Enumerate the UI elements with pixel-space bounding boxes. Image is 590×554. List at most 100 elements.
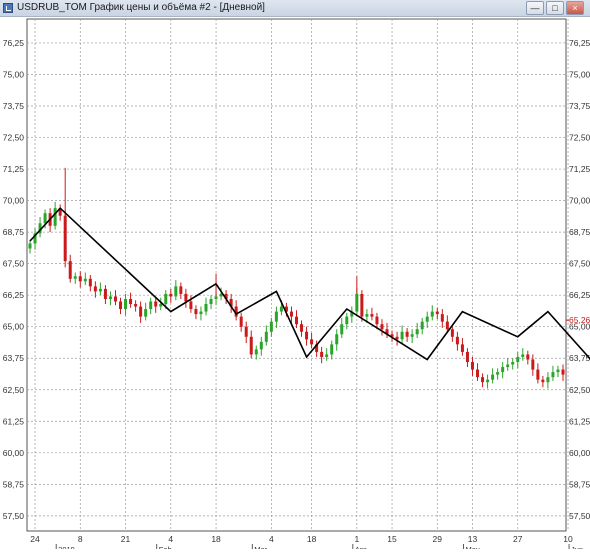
candle-body [189,301,193,310]
candle-body [68,261,72,279]
x-tick-label: 27 [513,534,523,544]
candle-body [259,341,263,350]
y-tick-label-left: 68,75 [3,227,25,237]
candle-body [516,356,520,363]
candle-body [264,331,268,342]
x-tick-label: 4 [269,534,274,544]
x-tick-label: 4 [168,534,173,544]
close-button[interactable]: × [566,1,584,15]
title-bar[interactable]: USDRUB_TOM График цены и объёма #2 - [Дн… [0,0,590,17]
candle-body [536,369,540,380]
x-tick-label: 13 [468,534,478,544]
y-tick-label-left: 73,75 [3,101,25,111]
month-label: May [465,545,479,549]
y-tick-label-left: 71,25 [3,164,25,174]
price-chart[interactable]: 76,25 76,25 75,00 75,00 73,75 73,75 72,50 72,50… [0,17,590,554]
y-tick-label-right: 70,00 [569,196,590,206]
y-tick-label-right: 62,50 [569,385,590,395]
x-tick-label: 1 [354,534,359,544]
y-tick-label-left: 75,00 [3,69,25,79]
maximize-button[interactable]: □ [546,1,564,15]
chart-app-icon [3,3,13,13]
y-tick-label-left: 72,50 [3,133,25,143]
candle-body [340,324,344,335]
candle-body [470,362,474,370]
x-tick-label: 21 [121,534,131,544]
y-tick-label-right: 75,00 [569,69,590,79]
candle-body [420,321,424,330]
candle-body [279,306,283,312]
candle-body [355,293,359,312]
candle-body [511,362,515,365]
candle-body [450,329,454,337]
price-chart-svg[interactable]: 76,25 76,25 75,00 75,00 73,75 73,75 72,50 72,50… [0,17,590,554]
y-tick-label-right: 57,50 [569,511,590,521]
month-label: Mar [254,545,267,549]
candle-body [199,311,203,315]
y-tick-label-left: 60,00 [3,448,25,458]
candle-body [360,293,364,317]
candle-body [249,336,253,355]
y-tick-label-left: 66,25 [3,290,25,300]
month-label: Feb [159,545,172,549]
candle-body [43,213,47,224]
x-tick-label: 10 [563,534,573,544]
candle-body [415,329,419,335]
candle-body [274,311,278,322]
candle-body [365,314,369,317]
candle-body [113,296,117,302]
candle-body [300,324,304,332]
y-tick-label-left: 61,25 [3,416,25,426]
candle-body [269,321,273,332]
y-tick-label-right: 67,50 [569,259,590,269]
candle-body [435,311,439,315]
candle-body [476,369,480,378]
y-tick-label-right: 76,25 [569,38,590,48]
y-tick-label-right: 71,25 [569,164,590,174]
candle-body [531,359,535,370]
y-tick-label-left: 58,75 [3,479,25,489]
candle-body [455,336,459,345]
candle-body [159,304,163,307]
current-price-label: 65,26 [569,315,590,325]
y-tick-label-left: 57,50 [3,511,25,521]
y-tick-label-right: 60,00 [569,448,590,458]
candle-body [169,293,173,297]
plot-frame [26,18,567,532]
candle-body [460,344,464,352]
x-tick-label: 8 [78,534,83,544]
month-label: Apr [355,545,367,549]
minimize-button[interactable]: — [526,1,544,15]
candle-body [486,379,490,383]
candle-body [310,339,314,345]
candle-body [541,379,545,383]
candle-body [108,296,112,299]
candle-body [214,296,218,299]
candle-body [440,314,444,322]
candle-body [139,306,143,317]
candle-body [78,276,82,282]
y-tick-label-right: 66,25 [569,290,590,300]
candle-body [410,334,414,337]
candle-body [556,369,560,373]
candle-body [295,316,298,325]
candle-body [154,301,158,307]
candle-body [98,288,102,292]
candle-body [83,278,87,282]
y-tick-label-left: 67,50 [3,259,25,269]
candle-body [174,286,178,297]
candle-body [481,377,485,383]
y-tick-label-right: 68,75 [569,227,590,237]
candle-body [184,293,188,302]
candle-body [320,351,324,357]
candle-body [430,311,434,317]
candle-body [305,331,309,340]
candle-body [501,367,505,373]
candle-body [204,304,208,312]
candle-body [375,316,379,325]
candle-body [465,351,469,363]
x-tick-label: 18 [307,534,317,544]
candle-body [289,311,293,317]
y-tick-label-left: 65,00 [3,322,25,332]
candle-body [53,208,57,226]
